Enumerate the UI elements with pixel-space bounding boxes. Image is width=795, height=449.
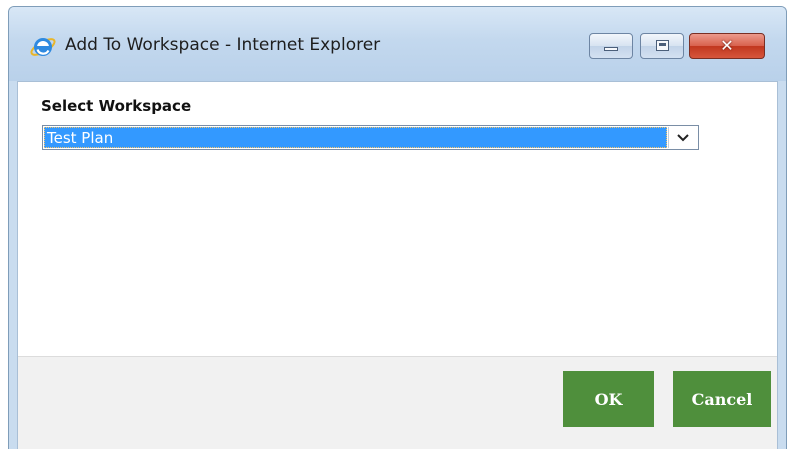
close-button[interactable]: ✕	[689, 33, 765, 59]
close-icon: ✕	[720, 36, 734, 55]
workspace-select[interactable]: Test Plan	[42, 125, 699, 150]
minimize-icon	[604, 47, 618, 51]
select-workspace-label: Select Workspace	[41, 97, 192, 115]
minimize-button[interactable]	[589, 33, 633, 59]
maximize-icon	[656, 40, 669, 51]
cancel-button[interactable]: Cancel	[673, 371, 771, 427]
dialog-footer: OK Cancel	[18, 356, 777, 449]
ok-button[interactable]: OK	[563, 371, 654, 427]
internet-explorer-icon	[30, 38, 56, 56]
window-title: Add To Workspace - Internet Explorer	[65, 35, 381, 55]
title-bar[interactable]: Add To Workspace - Internet Explorer ✕	[9, 7, 786, 81]
workspace-select-value: Test Plan	[44, 127, 667, 148]
maximize-button[interactable]	[640, 33, 684, 59]
dialog-window: Add To Workspace - Internet Explorer ✕ S…	[8, 6, 787, 449]
chevron-down-icon[interactable]	[668, 127, 697, 148]
dialog-content: Select Workspace Test Plan OK Cancel	[17, 81, 778, 449]
